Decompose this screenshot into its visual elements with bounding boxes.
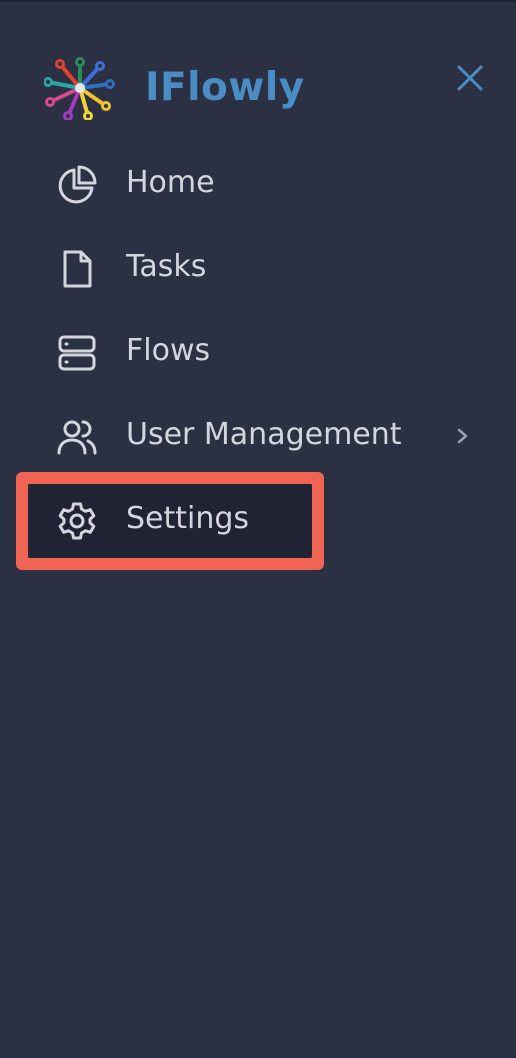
logo-icon <box>43 56 116 121</box>
close-button[interactable] <box>450 58 490 98</box>
users-icon <box>57 420 97 455</box>
sidebar-item-home[interactable]: Home <box>28 142 488 226</box>
sidebar-item-label: Flows <box>126 333 211 368</box>
chevron-right-icon <box>457 428 468 444</box>
pie-chart-icon <box>58 165 97 204</box>
sidebar-item-settings[interactable]: Settings <box>28 478 488 562</box>
sidebar-item-label: Home <box>126 165 215 200</box>
sidebar-item-flows[interactable]: Flows <box>28 310 488 394</box>
sidebar-item-label: Settings <box>126 501 250 536</box>
sidebar: IFlowly Home Tasks Flows User Management… <box>0 0 516 1058</box>
brand-name: IFlowly <box>145 65 305 110</box>
close-icon <box>457 65 483 91</box>
sidebar-item-tasks[interactable]: Tasks <box>28 226 488 310</box>
sidebar-item-label: Tasks <box>126 249 207 284</box>
sidebar-header: IFlowly <box>0 2 516 162</box>
document-icon <box>63 250 92 288</box>
sidebar-item-user-management[interactable]: User Management <box>28 394 488 478</box>
gear-icon <box>58 502 96 540</box>
sidebar-item-label: User Management <box>126 417 402 452</box>
server-icon <box>58 335 96 371</box>
